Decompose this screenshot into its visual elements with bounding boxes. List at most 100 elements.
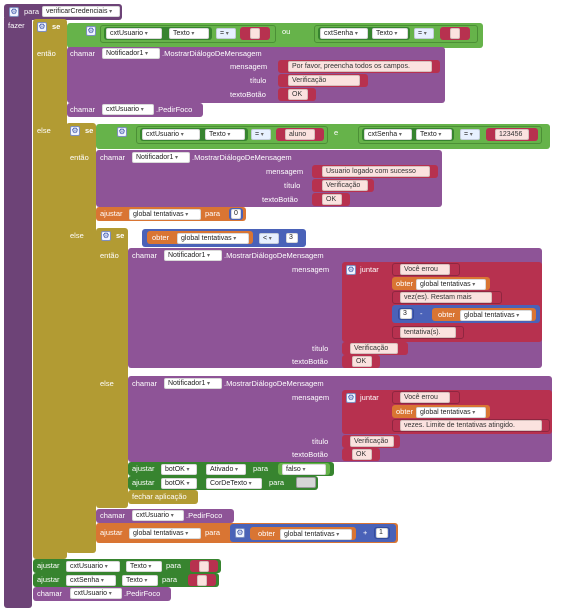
property-name[interactable]: Texto bbox=[126, 561, 162, 572]
variable-name[interactable]: global tentativas bbox=[280, 529, 352, 540]
textoBotao-label: textoBotão bbox=[292, 357, 328, 366]
juntar-label: juntar bbox=[360, 265, 379, 274]
text-value[interactable]: OK bbox=[352, 356, 372, 367]
close-application-label: fechar aplicação bbox=[132, 492, 187, 501]
procedure-name[interactable]: verificarCredenciais bbox=[42, 6, 120, 17]
gear-icon[interactable]: ⚙ bbox=[101, 231, 111, 241]
text-value[interactable]: OK bbox=[288, 89, 308, 100]
text-value[interactable]: 123456 bbox=[495, 129, 529, 140]
component-name[interactable]: cxtSenha bbox=[364, 129, 412, 140]
else-label: else bbox=[70, 231, 84, 240]
chamar-label: chamar bbox=[70, 49, 96, 58]
text-value[interactable]: tentativa(s). bbox=[400, 327, 456, 338]
if-block-middle[interactable] bbox=[66, 123, 96, 553]
boolean-value[interactable]: falso bbox=[282, 464, 326, 475]
property-name[interactable]: Texto bbox=[205, 129, 245, 140]
color-swatch[interactable] bbox=[296, 477, 316, 488]
component-name[interactable]: cxtUsuario bbox=[106, 28, 162, 39]
eq-operator[interactable]: = bbox=[251, 129, 271, 140]
if-block-inner[interactable] bbox=[96, 228, 128, 508]
method-name: .MostrarDiálogoDeMensagem bbox=[162, 49, 262, 58]
variable-name[interactable]: global tentativas bbox=[129, 528, 201, 539]
gear-icon[interactable]: ⚙ bbox=[37, 22, 47, 32]
textoBotao-label: textoBotão bbox=[230, 90, 266, 99]
gear-icon[interactable]: ⚙ bbox=[86, 26, 96, 36]
notificador-component[interactable]: Notificador1 bbox=[164, 378, 222, 389]
variable-name[interactable]: global tentativas bbox=[416, 407, 486, 418]
ajustar-label: ajustar bbox=[37, 561, 60, 570]
text-value[interactable]: OK bbox=[352, 449, 372, 460]
text-value[interactable]: Verificação bbox=[350, 343, 398, 354]
lt-operator[interactable]: < bbox=[259, 233, 279, 244]
property-name[interactable]: Texto bbox=[169, 28, 209, 39]
gear-icon[interactable]: ⚙ bbox=[9, 7, 19, 17]
number-value[interactable]: 0 bbox=[231, 209, 241, 219]
text-value[interactable]: vez(es). Restam mais bbox=[400, 292, 492, 303]
component-name[interactable]: botOK bbox=[161, 478, 197, 489]
gear-icon[interactable]: ⚙ bbox=[117, 127, 127, 137]
titulo-label: título bbox=[312, 344, 329, 353]
text-value[interactable]: Você errou bbox=[400, 392, 450, 403]
if-block-outer[interactable] bbox=[33, 19, 67, 559]
entao-label: então bbox=[100, 251, 119, 260]
component-name[interactable]: cxtUsuario bbox=[66, 561, 120, 572]
property-name[interactable]: Texto bbox=[416, 129, 452, 140]
component-name[interactable]: botOK bbox=[161, 464, 197, 475]
component-name[interactable]: cxtSenha bbox=[66, 575, 116, 586]
gear-icon[interactable]: ⚙ bbox=[235, 528, 245, 538]
method-name: .PedirFoco bbox=[186, 511, 223, 520]
property-name[interactable]: Texto bbox=[122, 575, 158, 586]
text-value[interactable]: OK bbox=[322, 194, 342, 205]
textoBotao-label: textoBotão bbox=[292, 450, 328, 459]
text-value[interactable]: Verificação bbox=[288, 75, 360, 86]
empty-text-value[interactable] bbox=[250, 28, 260, 39]
empty-text-value[interactable] bbox=[450, 28, 460, 39]
method-name: .MostrarDiálogoDeMensagem bbox=[224, 379, 324, 388]
notificador-component[interactable]: Notificador1 bbox=[102, 48, 160, 59]
eq-operator[interactable]: = bbox=[460, 129, 480, 140]
component-name[interactable]: cxtSenha bbox=[320, 28, 368, 39]
variable-name[interactable]: global tentativas bbox=[129, 209, 201, 220]
text-value[interactable]: Você errou bbox=[400, 264, 450, 275]
number-value[interactable]: 3 bbox=[400, 309, 412, 319]
text-value[interactable]: Verificação bbox=[350, 436, 394, 447]
para-label: para bbox=[166, 561, 182, 570]
obter-label: obter bbox=[438, 310, 456, 319]
variable-name[interactable]: global tentativas bbox=[460, 310, 532, 321]
text-value[interactable]: Usuario logado com sucesso bbox=[322, 166, 430, 177]
property-name[interactable]: Ativado bbox=[206, 464, 246, 475]
text-value[interactable]: aluno bbox=[285, 129, 315, 140]
gear-icon[interactable]: ⚙ bbox=[346, 265, 356, 275]
gear-icon[interactable]: ⚙ bbox=[346, 393, 356, 403]
number-value[interactable]: 3 bbox=[286, 233, 298, 243]
titulo-label: título bbox=[250, 76, 267, 85]
text-value[interactable]: Por favor, preencha todos os campos. bbox=[288, 61, 432, 72]
se-label: se bbox=[52, 22, 61, 31]
empty-text-value[interactable] bbox=[197, 575, 207, 586]
property-name[interactable]: CorDeTexto bbox=[206, 478, 262, 489]
method-name: .MostrarDiálogoDeMensagem bbox=[224, 251, 324, 260]
number-value[interactable]: 1 bbox=[376, 528, 388, 538]
se-label: se bbox=[85, 126, 94, 135]
method-name: .PedirFoco bbox=[124, 589, 161, 598]
empty-text-value[interactable] bbox=[199, 561, 209, 572]
obter-label: obter bbox=[152, 233, 170, 242]
component-name[interactable]: cxtUsuario bbox=[70, 588, 122, 599]
notificador-component[interactable]: Notificador1 bbox=[164, 250, 222, 261]
component-name[interactable]: cxtUsuario bbox=[102, 104, 154, 115]
textoBotao-label: textoBotão bbox=[262, 195, 298, 204]
component-name[interactable]: cxtUsuario bbox=[142, 129, 200, 140]
procedure-body-rail bbox=[4, 18, 32, 608]
property-name[interactable]: Texto bbox=[372, 28, 408, 39]
para-label: para bbox=[269, 478, 285, 487]
gear-icon[interactable]: ⚙ bbox=[70, 126, 80, 136]
eq-operator[interactable]: = bbox=[216, 28, 236, 39]
variable-name[interactable]: global tentativas bbox=[177, 233, 249, 244]
variable-name[interactable]: global tentativas bbox=[416, 279, 486, 290]
notificador-component[interactable]: Notificador1 bbox=[132, 152, 190, 163]
text-value[interactable]: vezes. Limite de tentativas atingido. bbox=[400, 420, 542, 431]
eq-operator[interactable]: = bbox=[414, 28, 434, 39]
ajustar-label: ajustar bbox=[132, 478, 155, 487]
text-value[interactable]: Verificação bbox=[322, 180, 368, 191]
component-name[interactable]: cxtUsuario bbox=[132, 510, 184, 521]
